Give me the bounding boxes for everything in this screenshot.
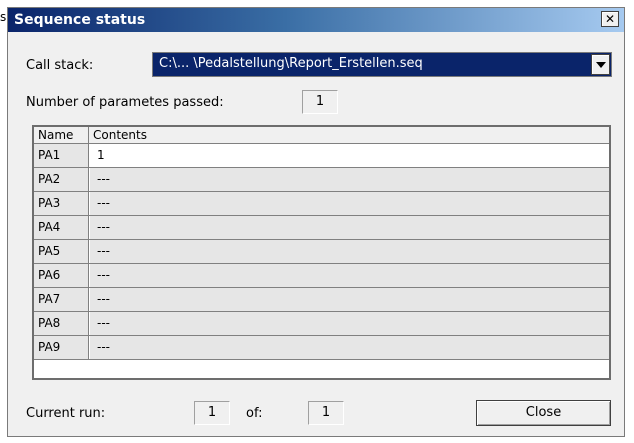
row-contents[interactable]: --- xyxy=(90,288,609,311)
background-text: s xyxy=(0,10,7,24)
chevron-down-icon[interactable] xyxy=(591,54,610,75)
row-name: PA3 xyxy=(34,192,89,215)
row-contents[interactable]: --- xyxy=(90,264,609,287)
table-row[interactable]: PA3 --- xyxy=(34,192,609,216)
row-name: PA8 xyxy=(34,312,89,335)
column-header-contents[interactable]: Contents xyxy=(90,127,147,143)
title-bar: Sequence status ✕ xyxy=(8,8,624,32)
table-row[interactable]: PA9 --- xyxy=(34,336,609,360)
current-run-label: Current run: xyxy=(26,406,106,421)
row-name: PA5 xyxy=(34,240,89,263)
row-contents[interactable]: 1 xyxy=(90,144,609,167)
row-name: PA7 xyxy=(34,288,89,311)
table-row[interactable]: PA7 --- xyxy=(34,288,609,312)
sequence-status-dialog: Sequence status ✕ Call stack: C:\... \Pe… xyxy=(7,7,625,437)
call-stack-label: Call stack: xyxy=(26,58,94,73)
table-row[interactable]: PA6 --- xyxy=(34,264,609,288)
row-contents[interactable]: --- xyxy=(90,336,609,359)
params-count-label: Number of parametes passed: xyxy=(26,95,224,110)
current-run-value: 1 xyxy=(194,401,230,425)
row-contents[interactable]: --- xyxy=(90,240,609,263)
window-title: Sequence status xyxy=(14,12,146,28)
table-row[interactable]: PA2 --- xyxy=(34,168,609,192)
close-icon: ✕ xyxy=(604,12,616,26)
window-close-button[interactable]: ✕ xyxy=(601,11,619,27)
row-contents[interactable]: --- xyxy=(90,168,609,191)
row-name: PA4 xyxy=(34,216,89,239)
row-contents[interactable]: --- xyxy=(90,216,609,239)
row-name: PA9 xyxy=(34,336,89,359)
row-name: PA6 xyxy=(34,264,89,287)
row-name: PA1 xyxy=(34,144,89,167)
total-runs-value: 1 xyxy=(308,401,344,425)
table-row[interactable]: PA4 --- xyxy=(34,216,609,240)
params-count-value: 1 xyxy=(302,90,338,114)
close-button[interactable]: Close xyxy=(476,400,611,426)
call-stack-value: C:\... \Pedalstellung\Report_Erstellen.s… xyxy=(159,56,423,71)
row-name: PA2 xyxy=(34,168,89,191)
column-header-name[interactable]: Name xyxy=(34,127,89,143)
run-of-label: of: xyxy=(246,406,263,421)
row-contents[interactable]: --- xyxy=(90,312,609,335)
call-stack-dropdown[interactable]: C:\... \Pedalstellung\Report_Erstellen.s… xyxy=(152,52,612,77)
table-row[interactable]: PA8 --- xyxy=(34,312,609,336)
table-row[interactable]: PA5 --- xyxy=(34,240,609,264)
table-header: Name Contents xyxy=(34,127,609,144)
row-contents[interactable]: --- xyxy=(90,192,609,215)
table-row[interactable]: PA1 1 xyxy=(34,144,609,168)
parameters-table: Name Contents PA1 1 PA2 --- PA3 --- PA4 … xyxy=(32,125,611,380)
